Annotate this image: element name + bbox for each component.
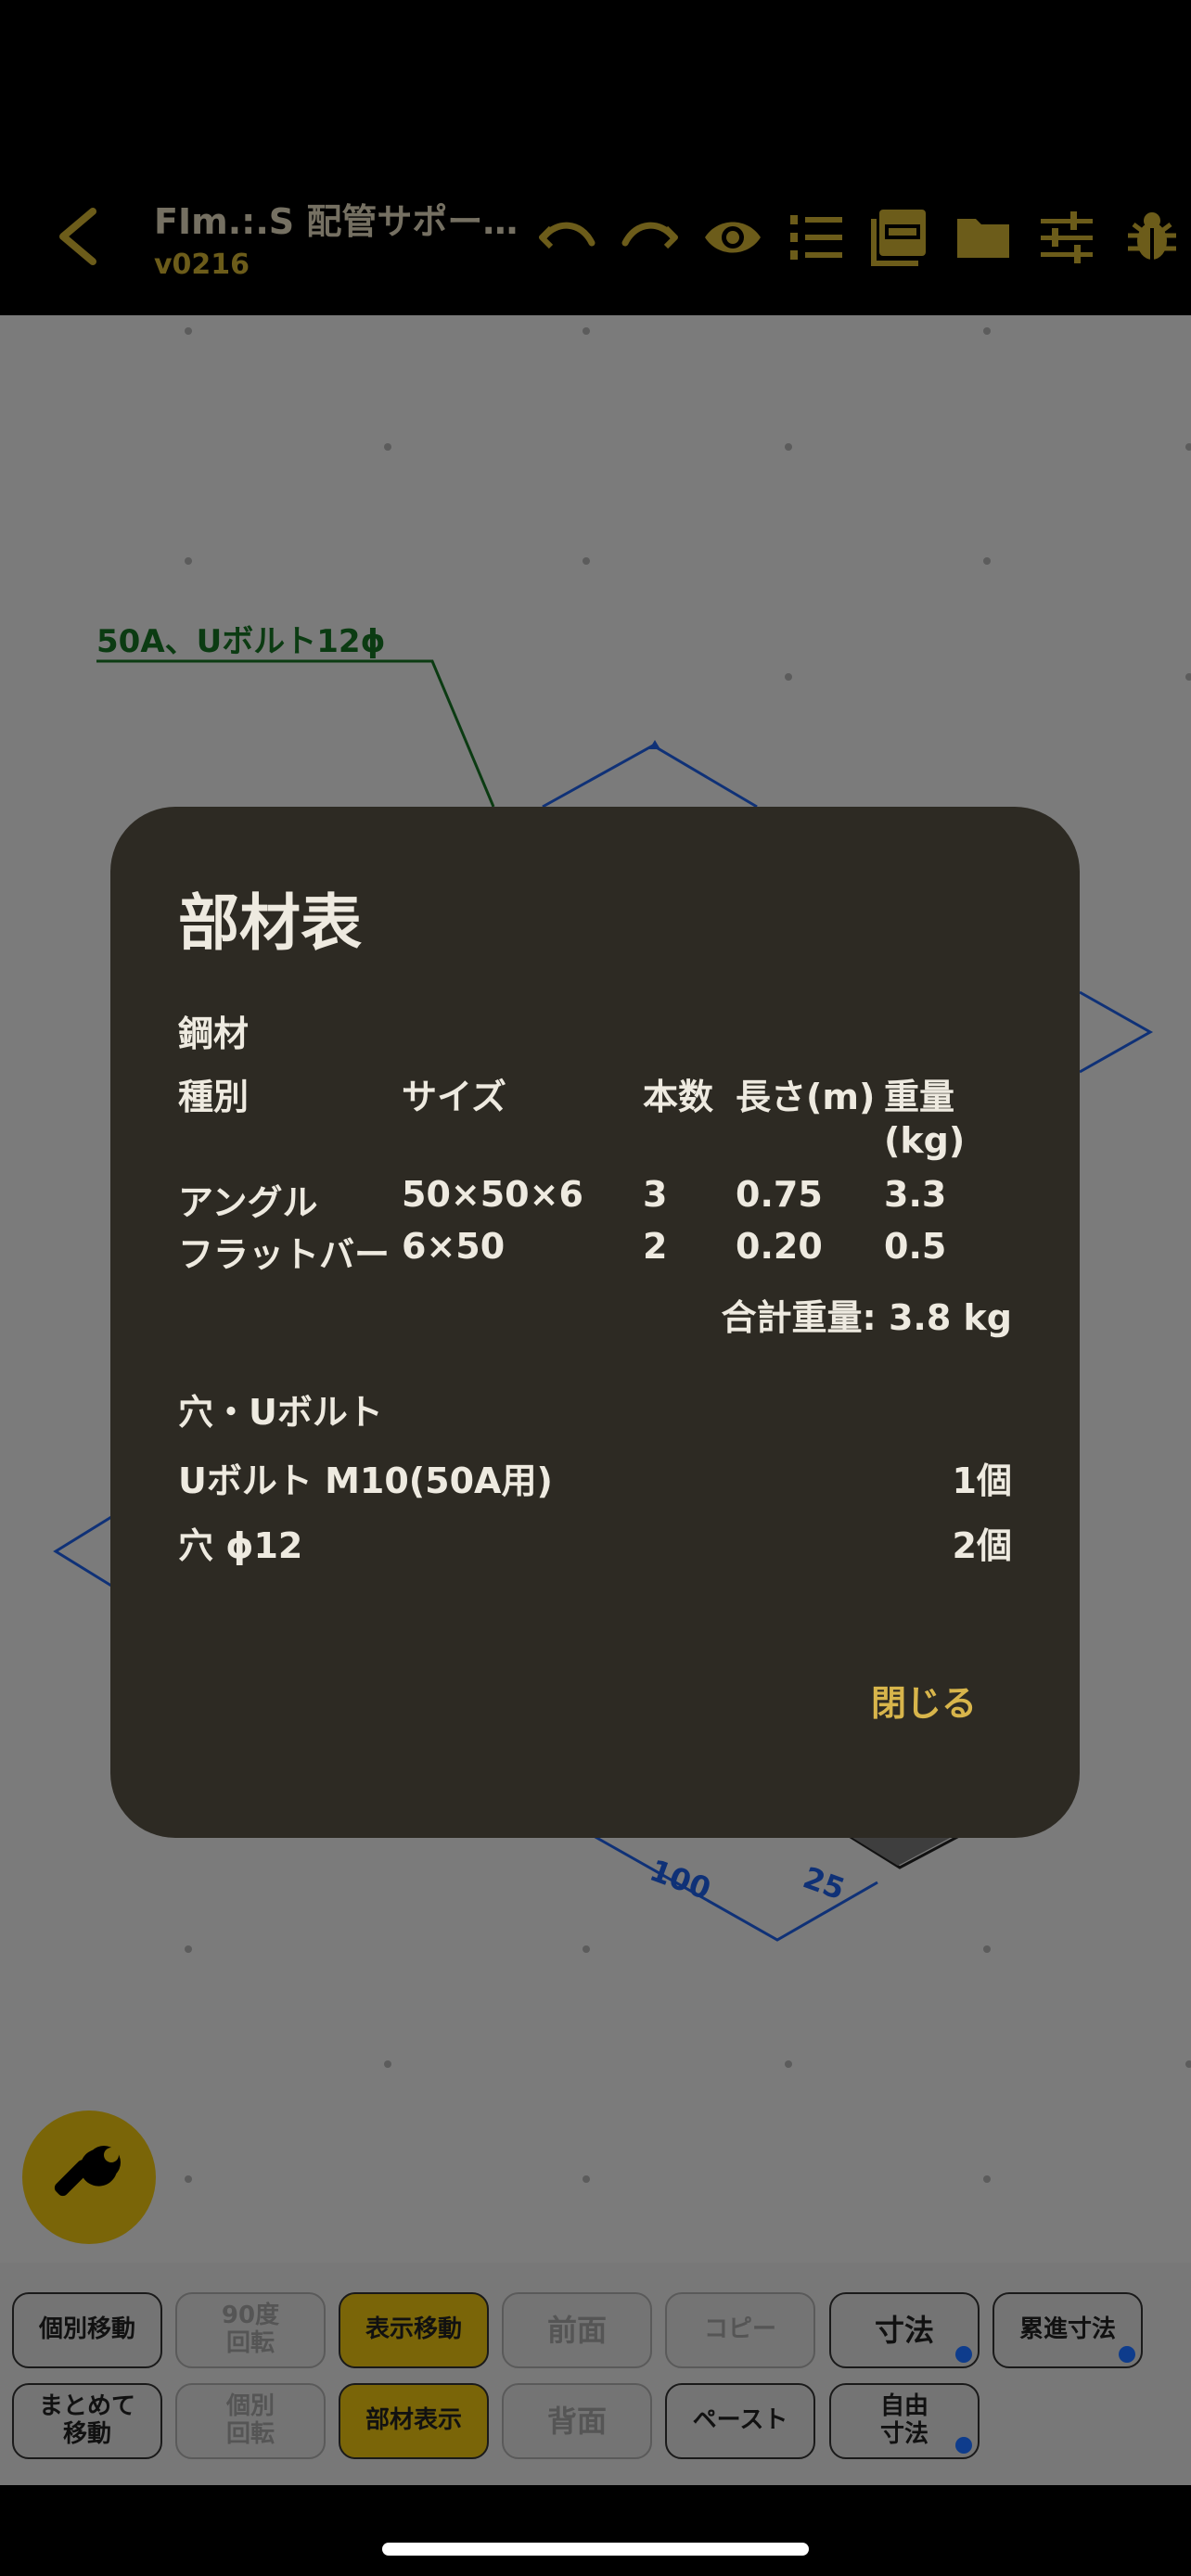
bug-icon[interactable] (1122, 208, 1182, 267)
dialog-title: 部材表 (178, 887, 362, 959)
header-type: 種別 (178, 1077, 250, 1117)
numbered-list-icon[interactable] (787, 208, 846, 267)
cumulative-dimension-button[interactable]: 累進寸法 (992, 2292, 1143, 2368)
bottom-toolbar: 個別移動 90度 回転 表示移動 前面 コピー 寸法 累進寸法 まとめて 移動 … (0, 2263, 1191, 2485)
row-1-size: 50×50×6 (402, 1174, 583, 1215)
steel-section-title: 鋼材 (178, 1014, 250, 1054)
hole-section-title: 穴・Uボルト (178, 1392, 383, 1433)
folder-icon[interactable] (954, 208, 1013, 267)
header-size: サイズ (402, 1077, 506, 1117)
home-indicator[interactable] (382, 2543, 809, 2556)
dimension-button[interactable]: 寸法 (829, 2292, 980, 2368)
row-1-count: 3 (643, 1174, 668, 1215)
version-label: v0216 (154, 249, 250, 281)
individual-move-button[interactable]: 個別移動 (12, 2292, 162, 2368)
hole-label: 穴 ϕ12 (178, 1525, 303, 1566)
header-length: 長さ(m) (736, 1077, 876, 1117)
send-back-button[interactable]: 背面 (502, 2383, 652, 2459)
row-1-length: 0.75 (736, 1174, 823, 1215)
tools-fab[interactable] (22, 2111, 156, 2244)
copy-button[interactable]: コピー (665, 2292, 815, 2368)
group-move-button[interactable]: まとめて 移動 (12, 2383, 162, 2459)
row-2-type: フラットバー (178, 1234, 391, 1275)
dimension-indicator-dot (955, 2346, 972, 2363)
row-2-count: 2 (643, 1226, 668, 1267)
free-dimension-indicator-dot (955, 2437, 972, 2454)
close-button[interactable]: 閉じる (871, 1675, 977, 1726)
total-weight: 合計重量: 3.8 kg (721, 1297, 1012, 1338)
paste-button[interactable]: ペースト (665, 2383, 815, 2459)
redo-icon[interactable] (620, 208, 679, 267)
ubolt-qty: 1個 (952, 1460, 1012, 1501)
ubolt-label: Uボルト M10(50A用) (178, 1460, 553, 1501)
row-1-type: アングル (178, 1182, 318, 1223)
row-1-weight: 3.3 (884, 1174, 947, 1215)
hole-qty: 2個 (952, 1525, 1012, 1566)
header-count: 本数 (643, 1077, 714, 1117)
undo-icon[interactable] (538, 208, 597, 267)
materials-dialog: 部材表 鋼材 種別 サイズ 本数 長さ(m) 重量 (kg) アングル 50×5… (110, 807, 1080, 1838)
home-indicator-area (0, 2485, 1191, 2576)
sliders-icon[interactable] (1037, 208, 1096, 267)
bring-front-button[interactable]: 前面 (502, 2292, 652, 2368)
header-weight: 重量 (884, 1077, 955, 1117)
individual-rotate-button[interactable]: 個別 回転 (175, 2383, 326, 2459)
pdf-icon[interactable] (870, 208, 929, 267)
header-weight-unit: (kg) (884, 1120, 966, 1161)
row-2-size: 6×50 (402, 1226, 506, 1267)
cumulative-dimension-label: 累進寸法 (1018, 2315, 1116, 2344)
free-dimension-label: 自由 寸法 (879, 2392, 928, 2448)
canvas-annotation-label[interactable]: 50A、Uボルト12ϕ (96, 616, 386, 661)
free-dimension-button[interactable]: 自由 寸法 (829, 2383, 980, 2459)
view-move-button[interactable]: 表示移動 (339, 2292, 489, 2368)
top-app-bar: FIm.:.S 配管サポー… v0216 (0, 0, 1191, 315)
eye-icon[interactable] (703, 208, 762, 267)
rotate-90-button[interactable]: 90度 回転 (175, 2292, 326, 2368)
row-2-weight: 0.5 (884, 1226, 947, 1267)
dimension-button-label: 寸法 (874, 2312, 934, 2348)
back-chevron-icon[interactable] (52, 206, 104, 267)
cumulative-indicator-dot (1119, 2346, 1135, 2363)
document-title[interactable]: FIm.:.S 配管サポー… (154, 193, 518, 244)
member-display-button[interactable]: 部材表示 (339, 2383, 489, 2459)
wrench-icon (54, 2146, 121, 2197)
row-2-length: 0.20 (736, 1226, 823, 1267)
